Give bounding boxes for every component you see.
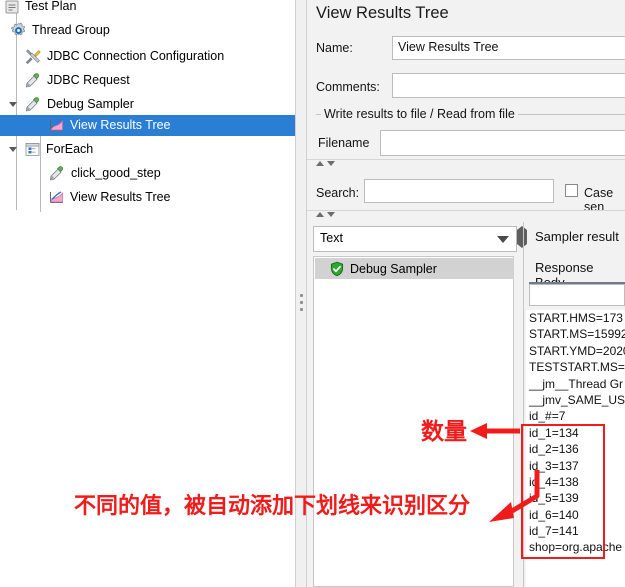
chart-icon xyxy=(48,117,65,134)
collapse-down-icon[interactable] xyxy=(327,161,335,166)
chevron-down-icon xyxy=(497,236,509,243)
tree-item-label: JDBC Connection Configuration xyxy=(47,49,225,63)
case-sensitive-checkbox[interactable] xyxy=(565,184,578,197)
response-line: START.MS=15992 xyxy=(529,327,625,342)
result-tabs[interactable]: Sampler result Response Body xyxy=(527,222,625,292)
response-line: shop=org.apache xyxy=(529,540,623,555)
section-separator xyxy=(307,159,625,160)
filename-input[interactable] xyxy=(380,130,625,156)
sampler-results-list[interactable]: Debug Sampler xyxy=(313,256,514,587)
tree-item-view-results-tree-selected[interactable]: View Results Tree xyxy=(0,115,295,136)
response-line: id_1=134 xyxy=(529,425,579,440)
renderer-select-value: Text xyxy=(320,231,343,245)
inner-split-divider[interactable] xyxy=(523,222,524,587)
controller-icon xyxy=(24,141,41,158)
green-shield-check-icon xyxy=(329,261,345,277)
split-divider-grip[interactable] xyxy=(300,294,304,315)
tabs-scroll-controls[interactable] xyxy=(517,226,527,248)
tree-item-label: Test Plan xyxy=(25,0,77,13)
collapse-up-icon[interactable] xyxy=(316,161,324,166)
gear-icon xyxy=(10,22,27,39)
tab-sampler-result[interactable]: Sampler result xyxy=(535,229,619,244)
tree-item-label: ForEach xyxy=(46,142,94,156)
renderer-select[interactable]: Text xyxy=(313,226,517,252)
tree-item-view-results-tree[interactable]: View Results Tree xyxy=(0,187,295,208)
tree-item-debug-sampler[interactable]: Debug Sampler xyxy=(0,94,295,115)
response-line: START.HMS=173 xyxy=(529,311,623,325)
tools-icon xyxy=(24,48,42,66)
pipette-icon xyxy=(24,72,42,90)
write-results-group-title: Write results to file / Read from file xyxy=(321,107,518,121)
response-search-input[interactable] xyxy=(529,284,625,306)
name-input[interactable]: View Results Tree xyxy=(392,36,625,60)
search-input[interactable] xyxy=(364,179,554,203)
pipette-icon xyxy=(48,165,66,183)
response-body-text[interactable]: START.HMS=173 START.MS=15992 START.YMD=2… xyxy=(526,310,625,587)
tree-item-jdbc-request[interactable]: JDBC Request xyxy=(0,70,295,91)
response-line: TESTSTART.MS= xyxy=(529,360,625,375)
response-line: id_3=137 xyxy=(529,458,579,473)
chevron-down-icon[interactable] xyxy=(8,144,19,155)
tree-item-thread-group[interactable]: Thread Group xyxy=(0,20,295,41)
collapse-down-icon[interactable] xyxy=(327,212,335,217)
tree-item-label: Debug Sampler xyxy=(47,97,134,111)
tree-item-jdbc-connection-configuration[interactable]: JDBC Connection Configuration xyxy=(0,46,295,67)
annotation-count-label: 数量 xyxy=(421,419,467,445)
tree-item-foreach[interactable]: ForEach xyxy=(0,139,295,160)
tree-item-label: View Results Tree xyxy=(70,118,171,132)
response-line: __jmv_SAME_US xyxy=(529,392,625,407)
chevron-down-icon[interactable] xyxy=(8,99,19,110)
response-line: START.YMD=2020 xyxy=(529,343,625,358)
section-separator xyxy=(307,210,625,211)
search-label: Search: xyxy=(316,186,360,200)
annotation-underscore-label: 不同的值，被自动添加下划线来识别区分 xyxy=(74,494,471,519)
section-collapse-controls[interactable] xyxy=(316,161,335,166)
response-line: id_4=138 xyxy=(529,474,579,489)
list-item-label: Debug Sampler xyxy=(350,261,437,276)
section-collapse-controls[interactable] xyxy=(316,212,335,217)
tree-item-label: View Results Tree xyxy=(70,190,171,204)
response-line: id_5=139 xyxy=(529,491,579,506)
response-line: id_2=136 xyxy=(529,442,579,457)
response-line: id_7=141 xyxy=(529,524,579,539)
comments-input[interactable] xyxy=(392,73,625,98)
page-title: View Results Tree xyxy=(316,4,449,22)
testplan-icon xyxy=(4,0,20,15)
collapse-up-icon[interactable] xyxy=(316,212,324,217)
tree-item-test-plan[interactable]: Test Plan xyxy=(0,0,295,17)
response-line: __jm__Thread Gr xyxy=(529,376,624,391)
chart-icon xyxy=(48,189,65,206)
tree-item-label: Thread Group xyxy=(32,23,110,37)
name-label: Name: xyxy=(316,41,353,55)
list-item[interactable]: Debug Sampler xyxy=(315,258,514,279)
filename-label: Filename xyxy=(318,136,370,150)
response-line: id_6=140 xyxy=(529,507,579,522)
comments-label: Comments: xyxy=(316,80,380,94)
tree-item-click-good-step[interactable]: click_good_step xyxy=(0,163,295,184)
pipette-icon xyxy=(24,96,42,114)
response-line: id_#=7 xyxy=(529,409,566,424)
tree-item-label: click_good_step xyxy=(71,166,161,180)
tree-item-label: JDBC Request xyxy=(47,73,130,87)
